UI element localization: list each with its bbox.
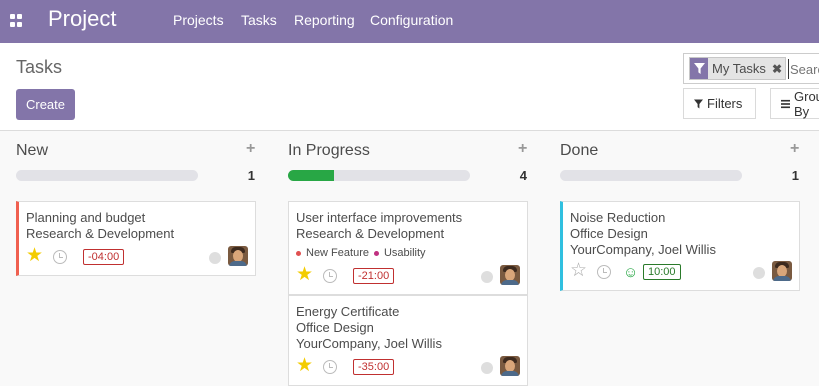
quick-create-icon[interactable]: + [518,140,527,158]
app-brand[interactable]: Project [48,6,116,32]
task-card[interactable]: Planning and budget Research & Developme… [16,201,256,276]
star-outline-icon[interactable]: ☆ [570,261,587,281]
task-card[interactable]: User interface improvements Research & D… [288,201,528,295]
nav-reporting[interactable]: Reporting [294,12,355,28]
task-title: Energy Certificate [296,304,400,319]
task-project: Research & Development [296,226,445,241]
clock-icon[interactable] [323,269,337,283]
clock-icon[interactable] [597,265,611,279]
status-dot[interactable] [481,362,493,374]
column-count: 4 [519,168,527,183]
task-card[interactable]: Energy Certificate Office Design YourCom… [288,295,528,386]
task-assignees: YourCompany, Joel Willis [570,242,716,257]
column-progress-bar[interactable] [560,170,742,181]
control-panel: Tasks Create My Tasks ✖ Filters Group By [0,43,819,131]
deadline-badge: -35:00 [353,359,395,375]
nav-configuration[interactable]: Configuration [370,12,453,28]
nav-tasks[interactable]: Tasks [241,12,277,28]
quick-create-icon[interactable]: + [246,140,255,158]
filter-icon [694,99,703,108]
task-title: Planning and budget [26,210,146,225]
bars-icon [781,99,791,108]
tag: New Feature [296,247,369,259]
task-title: Noise Reduction [570,210,666,225]
column-title: In Progress [288,142,370,159]
avatar [228,246,248,266]
task-project: Office Design [296,320,374,335]
deadline-badge: 10:00 [643,264,681,280]
tag-label: Usability [383,247,426,259]
avatar [500,356,520,376]
smile-icon: ☺ [623,264,639,281]
search-box[interactable]: My Tasks ✖ [683,53,819,84]
card-footer: ★ -04:00 [26,246,248,268]
avatar [772,261,792,281]
column-progress-bar[interactable] [288,170,470,181]
filters-button[interactable]: Filters [683,88,756,119]
group-by-label: Group By [794,88,819,119]
group-by-button[interactable]: Group By [770,88,819,119]
status-dot[interactable] [753,267,765,279]
column-count: 1 [247,168,255,183]
deadline-badge: -21:00 [353,268,395,284]
task-card[interactable]: Noise Reduction Office Design YourCompan… [560,201,800,291]
task-title: User interface improvements [296,210,463,225]
tag-dot [373,250,379,256]
tag-label: New Feature [306,247,369,259]
status-dot[interactable] [481,271,493,283]
filters-label: Filters [707,96,743,111]
facet-remove-icon[interactable]: ✖ [772,62,782,76]
apps-menu-icon[interactable] [10,14,23,27]
deadline-badge: -04:00 [83,249,125,265]
status-dot[interactable] [209,252,221,264]
search-input[interactable] [788,59,819,79]
task-project: Research & Development [26,226,175,241]
column-count: 1 [791,168,799,183]
top-navbar: Project Projects Tasks Reporting Configu… [0,0,819,43]
card-footer: ★ -35:00 [296,356,520,378]
star-icon[interactable]: ★ [26,246,43,266]
star-icon[interactable]: ★ [296,356,313,376]
column-title: Done [560,142,599,159]
task-project: Office Design [570,226,648,241]
card-footer: ☆ ☺ 10:00 [570,261,792,283]
column-progress-bar[interactable] [16,170,198,181]
tag: Usability [373,247,426,259]
clock-icon[interactable] [53,250,67,264]
progress-fill [288,170,334,181]
tag-dot [296,250,301,256]
filter-icon [690,58,708,79]
tag-list: New Feature Usability [296,247,527,259]
search-facet: My Tasks ✖ [689,57,786,80]
quick-create-icon[interactable]: + [790,140,799,158]
create-button[interactable]: Create [16,89,75,120]
nav-projects[interactable]: Projects [173,12,224,28]
star-icon[interactable]: ★ [296,265,313,285]
column-title: New [16,142,49,159]
clock-icon[interactable] [323,360,337,374]
avatar [500,265,520,285]
page-title: Tasks [16,57,63,77]
card-footer: ★ -21:00 [296,265,520,287]
facet-label: My Tasks [712,61,766,76]
task-assignees: YourCompany, Joel Willis [296,336,442,351]
